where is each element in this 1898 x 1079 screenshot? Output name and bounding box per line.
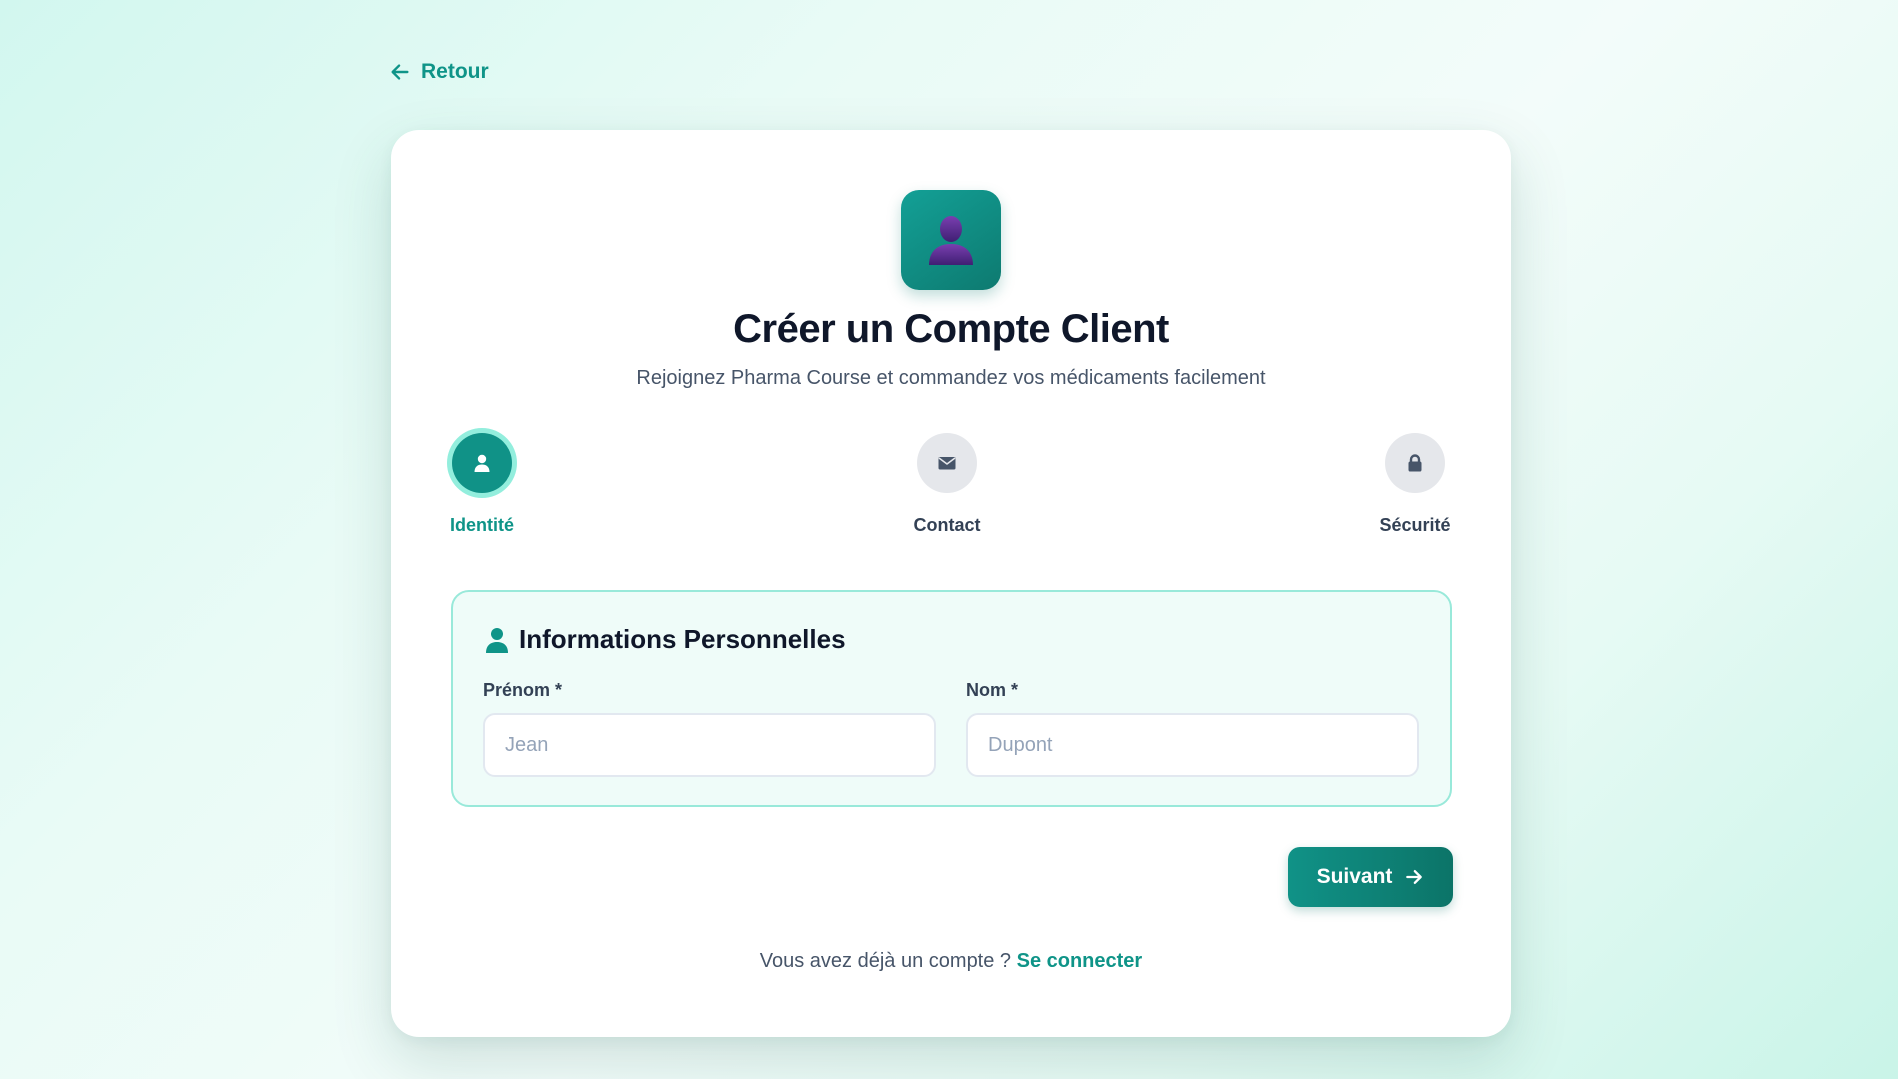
step-label: Identité bbox=[449, 515, 514, 535]
arrow-left-icon bbox=[391, 64, 409, 80]
user-icon bbox=[486, 627, 508, 653]
signup-card: Créer un Compte Client Rejoignez Pharma … bbox=[391, 130, 1511, 1037]
section-title: Informations Personnelles bbox=[519, 624, 846, 654]
first-name-label: Prénom * bbox=[483, 680, 563, 700]
app-logo bbox=[901, 190, 1001, 290]
stepper: Identité Contact Sécurité bbox=[391, 433, 1511, 536]
first-name-field: Prénom * bbox=[483, 680, 936, 777]
arrow-right-icon bbox=[1406, 870, 1423, 884]
next-button[interactable]: Suivant bbox=[1288, 847, 1453, 907]
step-identite[interactable]: Identité bbox=[412, 433, 552, 536]
page-title: Créer un Compte Client bbox=[733, 307, 1169, 351]
back-link-label: Retour bbox=[421, 60, 489, 83]
step-circle bbox=[1385, 433, 1445, 493]
last-name-label: Nom * bbox=[966, 680, 1019, 700]
personal-info-section: Informations Personnelles Prénom * Nom * bbox=[451, 590, 1452, 807]
last-name-input[interactable] bbox=[966, 713, 1419, 777]
step-label: Sécurité bbox=[1379, 515, 1451, 535]
step-label: Contact bbox=[913, 515, 981, 535]
login-prompt: Vous avez déjà un compte ? Se connecter bbox=[391, 950, 1511, 973]
first-name-input[interactable] bbox=[483, 713, 936, 777]
login-prompt-text: Vous avez déjà un compte ? bbox=[759, 950, 1017, 972]
step-circle bbox=[452, 433, 512, 493]
lock-icon bbox=[1408, 454, 1422, 472]
step-securite[interactable]: Sécurité bbox=[1345, 433, 1485, 536]
user-icon bbox=[474, 454, 490, 472]
step-circle bbox=[917, 433, 977, 493]
step-contact[interactable]: Contact bbox=[877, 433, 1017, 536]
last-name-field: Nom * bbox=[966, 680, 1419, 777]
login-link[interactable]: Se connecter bbox=[1017, 950, 1143, 972]
envelope-icon bbox=[938, 457, 956, 470]
section-header: Informations Personnelles bbox=[485, 624, 846, 655]
person-icon bbox=[929, 216, 973, 265]
page-subtitle: Rejoignez Pharma Course et commandez vos… bbox=[636, 367, 1266, 389]
back-link[interactable]: Retour bbox=[389, 60, 489, 84]
next-button-label: Suivant bbox=[1316, 865, 1393, 888]
